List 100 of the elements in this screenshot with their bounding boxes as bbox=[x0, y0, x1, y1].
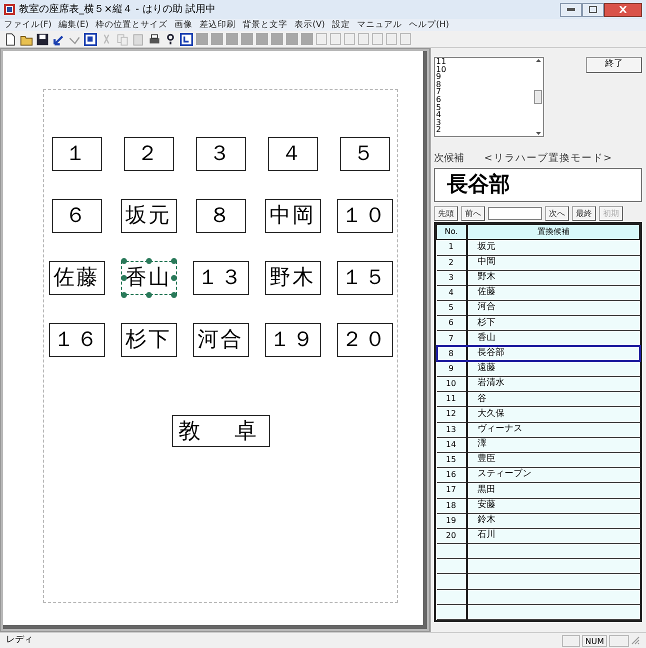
seat-label[interactable]: １６ bbox=[48, 323, 104, 357]
history-item[interactable]: 9 bbox=[436, 73, 533, 81]
table-row[interactable]: 12 大久保 bbox=[436, 406, 640, 422]
resize-handle[interactable] bbox=[120, 292, 126, 298]
seat-label[interactable]: １０ bbox=[336, 199, 392, 233]
table-row[interactable]: 19 鈴木 bbox=[436, 513, 640, 528]
history-item[interactable]: 3 bbox=[436, 118, 533, 126]
resize-handle[interactable] bbox=[146, 258, 152, 264]
app-icon bbox=[4, 4, 15, 15]
menu-item[interactable]: 設定 bbox=[332, 18, 350, 32]
history-item[interactable]: 8 bbox=[436, 80, 533, 88]
table-row[interactable]: 18 安藤 bbox=[436, 498, 640, 514]
table-row[interactable]: 6 杉下 bbox=[436, 316, 640, 331]
menu-item[interactable]: 表示(V) bbox=[294, 18, 325, 32]
table-row[interactable]: 5 河合 bbox=[436, 300, 640, 316]
seat-label[interactable]: 杉下 bbox=[120, 323, 176, 357]
table-row[interactable]: 16 スティーブン bbox=[436, 468, 640, 483]
scrollbar[interactable] bbox=[533, 58, 543, 136]
seat-label[interactable]: 佐藤 bbox=[48, 261, 104, 295]
seat-label[interactable]: １ bbox=[52, 137, 102, 171]
history-item[interactable]: 11 bbox=[436, 58, 533, 66]
exit-button[interactable]: 終了 bbox=[586, 57, 642, 73]
tool-icon[interactable] bbox=[344, 33, 355, 45]
menu-item[interactable]: ファイル(F) bbox=[4, 18, 52, 32]
nav-button[interactable]: 先頭 bbox=[434, 206, 458, 222]
resize-handle[interactable] bbox=[170, 258, 176, 264]
table-cell: 坂元 bbox=[466, 240, 640, 255]
printer-icon[interactable] bbox=[148, 32, 161, 46]
seat-label[interactable]: 中岡 bbox=[264, 199, 320, 233]
resize-handle[interactable] bbox=[120, 258, 126, 264]
menu-item[interactable]: 差込印刷 bbox=[200, 18, 236, 32]
nav-button[interactable]: 最終 bbox=[572, 206, 596, 222]
search-field[interactable] bbox=[488, 207, 542, 220]
table-row[interactable]: 11 谷 bbox=[436, 392, 640, 407]
table-cell: 5 bbox=[436, 300, 466, 316]
table-row[interactable]: 4 佐藤 bbox=[436, 285, 640, 301]
table-row[interactable]: 1 坂元 bbox=[436, 240, 640, 255]
menu-item[interactable]: 背景と文字 bbox=[242, 18, 288, 32]
tool-icon[interactable] bbox=[372, 33, 383, 45]
table-row[interactable]: 9 遠藤 bbox=[436, 361, 640, 376]
table-row[interactable]: 13 ヴィーナス bbox=[436, 422, 640, 438]
tool-icon[interactable] bbox=[386, 33, 397, 45]
tool-icon[interactable] bbox=[400, 33, 411, 45]
layout-icon[interactable] bbox=[180, 32, 193, 46]
maximize-button[interactable] bbox=[582, 2, 604, 16]
seat-label[interactable]: 河合 bbox=[192, 323, 248, 357]
table-row[interactable]: 17 黒田 bbox=[436, 482, 640, 498]
table-cell: 中岡 bbox=[466, 255, 640, 270]
close-button[interactable] bbox=[604, 2, 642, 16]
table-row[interactable]: 8 長谷部 bbox=[436, 346, 640, 362]
table-row[interactable]: 15 豊臣 bbox=[436, 452, 640, 468]
nav-button[interactable]: 次へ bbox=[545, 206, 569, 222]
table-cell: 黒田 bbox=[466, 482, 640, 498]
table-row[interactable]: 3 野木 bbox=[436, 270, 640, 286]
copy-icon[interactable] bbox=[116, 32, 129, 46]
seat-label[interactable]: ２０ bbox=[336, 323, 392, 357]
table-row[interactable]: 20 石川 bbox=[436, 528, 640, 544]
seat-label[interactable]: ２ bbox=[124, 137, 174, 171]
status-panel bbox=[609, 634, 629, 646]
menu-item[interactable]: 編集(E) bbox=[58, 18, 89, 32]
save-icon[interactable] bbox=[36, 32, 49, 46]
seat-label[interactable]: ３ bbox=[196, 137, 246, 171]
seat-label[interactable]: １９ bbox=[264, 323, 320, 357]
menu-item[interactable]: ヘルプ(H) bbox=[409, 18, 450, 32]
history-item[interactable]: 5 bbox=[436, 104, 533, 112]
seat-label[interactable]: １５ bbox=[336, 261, 392, 295]
seat-label[interactable]: ４ bbox=[268, 137, 318, 171]
table-row[interactable]: 7 香山 bbox=[436, 330, 640, 346]
table-cell: 4 bbox=[436, 285, 466, 301]
table-row[interactable]: 10 岩清水 bbox=[436, 376, 640, 392]
seat-label[interactable]: ５ bbox=[340, 137, 390, 171]
table-cell: 谷 bbox=[466, 392, 640, 407]
seat-label[interactable]: 野木 bbox=[264, 261, 320, 295]
history-item[interactable]: 7 bbox=[436, 88, 533, 96]
history-item[interactable]: 4 bbox=[436, 111, 533, 119]
frame-icon[interactable] bbox=[84, 32, 97, 46]
resize-handle[interactable] bbox=[120, 275, 126, 281]
minimize-button[interactable] bbox=[560, 2, 582, 16]
seat-label[interactable]: ６ bbox=[52, 199, 102, 233]
tool-icon[interactable] bbox=[358, 33, 369, 45]
resize-handle[interactable] bbox=[146, 292, 152, 298]
seat-label[interactable]: 坂元 bbox=[120, 199, 176, 233]
resize-handle[interactable] bbox=[170, 292, 176, 298]
history-item[interactable]: 2 bbox=[436, 126, 533, 134]
scroll-thumb[interactable] bbox=[534, 90, 542, 104]
seat-label[interactable]: ８ bbox=[196, 199, 246, 233]
history-item[interactable]: 10 bbox=[436, 66, 533, 74]
tool-icon[interactable] bbox=[316, 33, 327, 45]
menu-item[interactable]: マニュアル bbox=[357, 18, 402, 32]
resize-grip-icon[interactable] bbox=[631, 636, 640, 645]
table-row[interactable]: 2 中岡 bbox=[436, 255, 640, 270]
menu-item[interactable]: 枠の位置とサイズ bbox=[96, 18, 168, 32]
table-row[interactable]: 14 澤 bbox=[436, 437, 640, 452]
menu-item[interactable]: 画像 bbox=[174, 18, 193, 32]
nav-button[interactable]: 前へ bbox=[461, 206, 485, 222]
seat-label[interactable]: １３ bbox=[192, 261, 248, 295]
tool-icon[interactable] bbox=[330, 33, 341, 45]
resize-handle[interactable] bbox=[170, 275, 176, 281]
history-list[interactable]: 11 10 9 8 7 6 5 4 3 2 bbox=[434, 57, 544, 137]
history-item[interactable]: 6 bbox=[436, 96, 533, 104]
